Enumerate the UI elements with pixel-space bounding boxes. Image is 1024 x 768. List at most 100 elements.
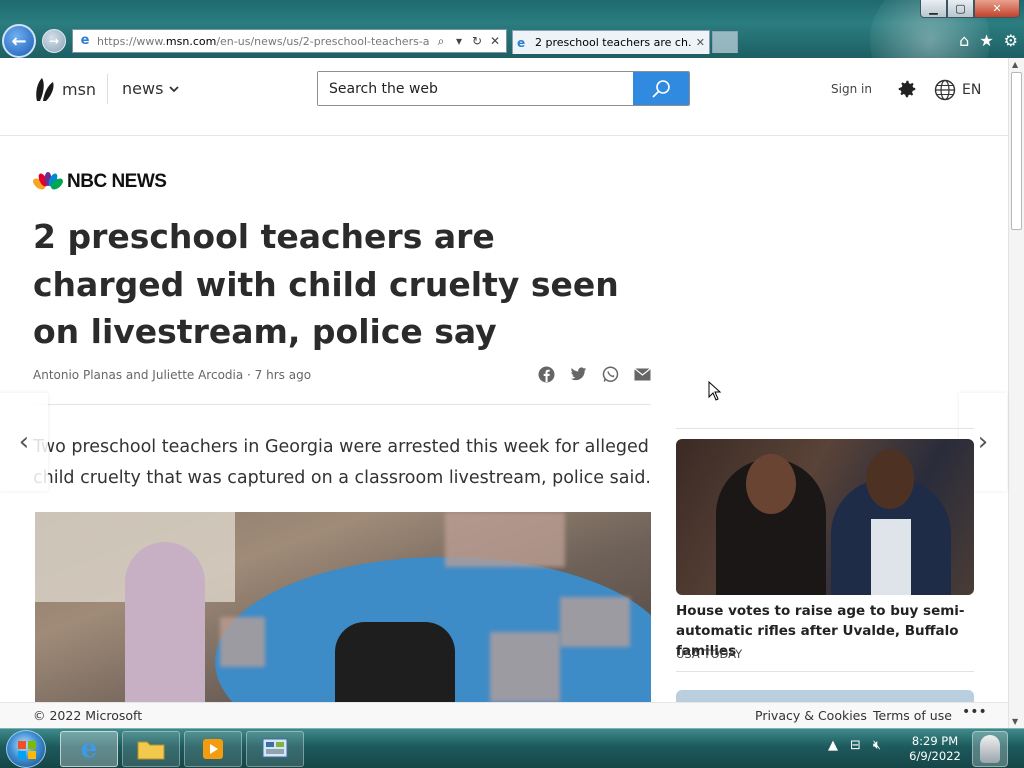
image-person-shape bbox=[125, 542, 205, 702]
article-headline: 2 preschool teachers are charged with ch… bbox=[33, 217, 619, 351]
chevron-left-icon: ‹ bbox=[18, 427, 30, 457]
arrow-right-icon: → bbox=[48, 34, 60, 48]
terms-link[interactable]: Terms of use bbox=[873, 708, 952, 723]
refresh-icon[interactable]: ↻ bbox=[470, 34, 484, 48]
email-icon[interactable] bbox=[634, 366, 651, 383]
sidebar-story-image[interactable] bbox=[676, 439, 974, 595]
address-url[interactable]: https://www.msn.com/en-us/news/us/2-pres… bbox=[97, 35, 430, 48]
image-person-shape bbox=[335, 622, 455, 702]
nbc-peacock-icon bbox=[33, 172, 63, 190]
nbc-news-logo[interactable]: NBC NEWS bbox=[33, 171, 167, 193]
taskbar-control-panel[interactable] bbox=[246, 731, 304, 767]
new-tab-button[interactable] bbox=[712, 31, 738, 53]
folder-icon bbox=[137, 741, 165, 760]
msn-logo[interactable]: msn bbox=[34, 75, 96, 103]
close-window-button[interactable]: ✕ bbox=[974, 0, 1020, 18]
news-section-menu[interactable]: news bbox=[122, 79, 180, 98]
article-lede: Two preschool teachers in Georgia were a… bbox=[33, 437, 651, 488]
home-icon[interactable]: ⌂ bbox=[959, 31, 969, 50]
favorites-star-icon[interactable]: ★ bbox=[979, 31, 993, 50]
taskbar-file-explorer[interactable] bbox=[122, 731, 180, 767]
window-controls: ▁ ▢ ✕ bbox=[920, 0, 1020, 18]
search-input[interactable] bbox=[318, 72, 633, 105]
tab-close-icon[interactable]: ✕ bbox=[696, 36, 705, 49]
tab-title: 2 preschool teachers are ch... bbox=[535, 36, 692, 49]
image-blur-patch bbox=[490, 632, 560, 702]
article-image[interactable] bbox=[35, 512, 651, 702]
image-shirt-shape bbox=[871, 519, 911, 595]
ie-page-icon: e bbox=[517, 35, 526, 50]
browser-tab[interactable]: e 2 preschool teachers are ch... ✕ bbox=[512, 30, 710, 54]
taskbar-media-player[interactable] bbox=[184, 731, 242, 767]
arrow-left-icon: ← bbox=[11, 30, 27, 52]
browser-toolbar-icons: ⌂ ★ ⚙ bbox=[959, 31, 1018, 50]
ie-page-icon: e bbox=[80, 33, 90, 48]
page-scrollbar[interactable]: ▲ ▼ bbox=[1008, 58, 1024, 728]
taskbar-internet-explorer[interactable]: e bbox=[60, 731, 118, 767]
sidebar-story-source: USA TODAY bbox=[676, 647, 743, 661]
header-divider bbox=[107, 74, 108, 104]
search-button[interactable] bbox=[633, 72, 689, 105]
search-icon bbox=[652, 79, 670, 98]
msn-butterfly-icon bbox=[36, 78, 54, 101]
user-avatar-button[interactable] bbox=[972, 731, 1008, 767]
show-hidden-icons-icon[interactable]: ▲ bbox=[828, 738, 838, 753]
language-label: EN bbox=[962, 82, 982, 98]
globe-icon bbox=[934, 79, 956, 101]
privacy-link[interactable]: Privacy & Cookies bbox=[755, 708, 867, 723]
tools-gear-icon[interactable]: ⚙ bbox=[1004, 31, 1018, 50]
twitter-icon[interactable] bbox=[570, 366, 587, 383]
sign-in-link[interactable]: Sign in bbox=[831, 82, 872, 96]
search-box bbox=[317, 71, 690, 106]
more-options-icon[interactable]: ••• bbox=[962, 704, 987, 720]
address-bar[interactable]: e https://www.msn.com/en-us/news/us/2-pr… bbox=[72, 29, 507, 53]
clock-date: 6/9/2022 bbox=[909, 749, 961, 763]
previous-article-button[interactable]: ‹ bbox=[0, 393, 48, 491]
search-icon[interactable]: ⌕ bbox=[434, 34, 448, 49]
taskbar-clock[interactable]: 8:29 PM 6/9/2022 bbox=[900, 734, 970, 764]
back-button[interactable]: ← bbox=[2, 24, 36, 58]
msn-header: msn news Sign in EN bbox=[0, 58, 1008, 136]
volume-muted-icon[interactable]: 🔇︎ bbox=[873, 738, 881, 753]
browser-titlebar: ▁ ▢ ✕ ← → e https://www.msn.com/en-us/ne… bbox=[0, 0, 1024, 58]
chevron-right-icon: › bbox=[977, 427, 989, 457]
internet-explorer-icon: e bbox=[80, 734, 98, 764]
page-footer: © 2022 Microsoft Privacy & Cookies Terms… bbox=[0, 702, 1008, 728]
dropdown-icon[interactable]: ▾ bbox=[452, 34, 466, 48]
start-button[interactable] bbox=[6, 730, 46, 768]
news-section-label: news bbox=[122, 79, 164, 98]
scrollbar-thumb[interactable] bbox=[1011, 72, 1022, 230]
media-player-icon bbox=[203, 739, 223, 759]
minimize-button[interactable]: ▁ bbox=[920, 0, 947, 18]
language-selector[interactable]: EN bbox=[934, 79, 981, 101]
image-blur-patch bbox=[220, 617, 265, 667]
sidebar-next-story-image[interactable] bbox=[676, 690, 974, 702]
article-byline: Antonio Planas and Juliette Arcodia · 7 … bbox=[33, 368, 312, 382]
msn-logo-text: msn bbox=[62, 79, 97, 99]
share-bar bbox=[538, 366, 651, 383]
image-blur-patch bbox=[560, 597, 630, 647]
clock-time: 8:29 PM bbox=[911, 734, 959, 748]
image-face-shape bbox=[746, 454, 796, 514]
network-icon[interactable]: ⊟ bbox=[850, 738, 861, 753]
maximize-button[interactable]: ▢ bbox=[947, 0, 974, 18]
windows-logo-icon bbox=[18, 741, 36, 759]
stop-icon[interactable]: ✕ bbox=[488, 34, 502, 48]
scroll-up-icon[interactable]: ▲ bbox=[1012, 60, 1018, 69]
sidebar-divider bbox=[676, 671, 974, 672]
facebook-icon[interactable] bbox=[538, 366, 555, 383]
forward-button[interactable]: → bbox=[42, 29, 66, 53]
scroll-down-icon[interactable]: ▼ bbox=[1012, 717, 1018, 726]
user-avatar-icon bbox=[980, 735, 1000, 763]
publisher-name: NBC NEWS bbox=[67, 171, 167, 192]
whatsapp-icon[interactable] bbox=[602, 366, 619, 383]
settings-gear-icon[interactable] bbox=[896, 78, 918, 100]
copyright-text: © 2022 Microsoft bbox=[33, 708, 143, 723]
article-divider bbox=[33, 404, 651, 405]
system-tray: ▲ ⊟ 🔇︎ bbox=[828, 738, 881, 753]
sidebar-divider bbox=[676, 428, 974, 429]
mouse-cursor-icon bbox=[708, 381, 722, 401]
image-blur-patch bbox=[445, 512, 565, 567]
control-panel-icon bbox=[262, 738, 288, 758]
image-face-shape bbox=[866, 449, 914, 509]
